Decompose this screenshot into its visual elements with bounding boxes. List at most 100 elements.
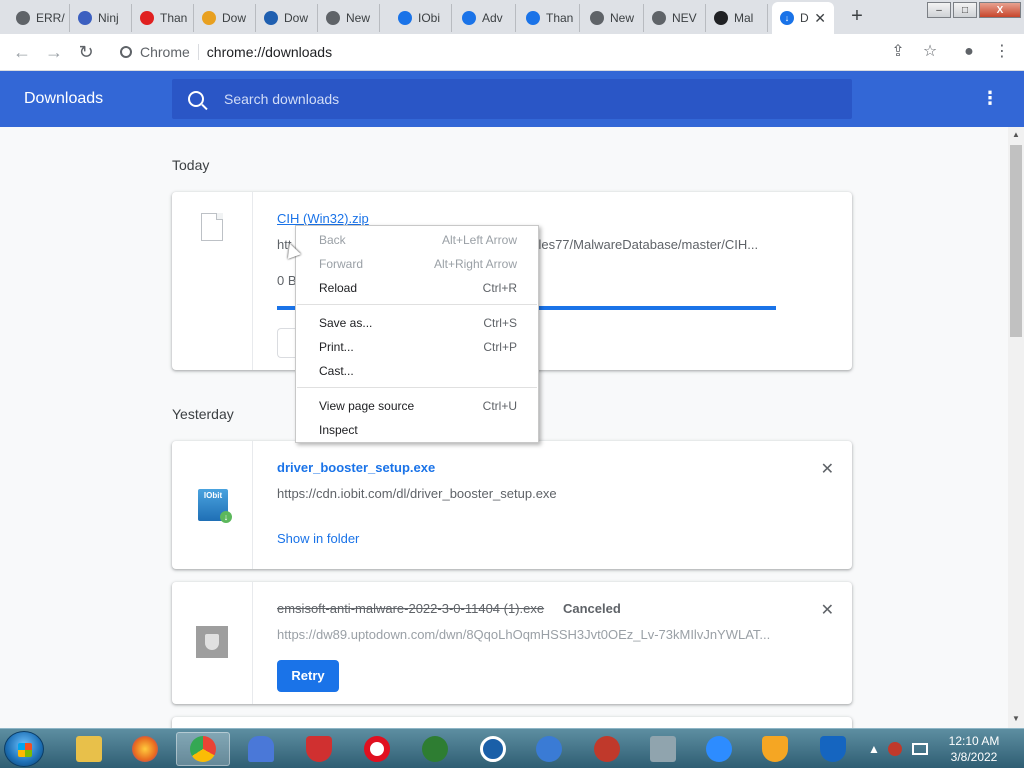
download-filename-link[interactable]: CIH (Win32).zip — [277, 211, 369, 226]
check-shield-icon — [422, 736, 448, 762]
tab-downloads-active[interactable]: ↓ D ✕ — [772, 2, 834, 34]
menu-item-reload[interactable]: Reload Ctrl+R — [296, 276, 540, 300]
tab-strip: ERR/ Ninj Than Dow Dow New IObi Adv Than… — [0, 0, 1024, 34]
page-title: Downloads — [24, 90, 104, 107]
taskbar-clock[interactable]: 12:10 AM 3/8/2022 — [944, 733, 1004, 765]
tab[interactable]: Mal — [706, 4, 768, 32]
menu-item-shortcut: Ctrl+S — [483, 316, 517, 330]
search-input[interactable] — [224, 91, 824, 107]
taskbar-app-security-suite[interactable] — [292, 732, 346, 766]
tab[interactable]: Adv — [454, 4, 516, 32]
taskbar-app-monitor[interactable] — [636, 732, 690, 766]
menu-item-label: Inspect — [319, 423, 358, 437]
menu-item-forward[interactable]: Forward Alt+Right Arrow — [296, 252, 540, 276]
folder-icon — [76, 736, 102, 762]
tray-app-icon[interactable] — [887, 742, 902, 756]
chrome-icon — [120, 46, 132, 58]
download-url[interactable]: https://dw89.uptodown.com/dwn/8QqoLhOqmH… — [277, 627, 777, 642]
download-icon: ↓ — [780, 11, 794, 25]
remove-download-icon[interactable]: ✕ — [821, 459, 834, 479]
tab-label: Dow — [284, 11, 309, 25]
profile-icon[interactable]: ● — [958, 42, 980, 64]
scroll-up-icon[interactable]: ▲ — [1012, 130, 1020, 139]
ccleaner-icon — [480, 736, 506, 762]
tab[interactable]: Than — [132, 4, 194, 32]
show-in-folder-link[interactable]: Show in folder — [277, 531, 359, 546]
taskbar-app-firefox[interactable] — [118, 732, 172, 766]
menu-item-inspect[interactable]: Inspect — [296, 418, 540, 442]
window-controls: – □ X — [925, 2, 1021, 20]
menu-item-label: Reload — [319, 281, 358, 295]
chrome-menu-icon[interactable]: ⋮ — [991, 42, 1013, 64]
menu-item-back[interactable]: Back Alt+Left Arrow — [296, 228, 540, 252]
menu-item-save-as[interactable]: Save as... Ctrl+S — [296, 311, 540, 335]
site-info-chip[interactable]: Chrome — [120, 44, 199, 60]
new-tab-button[interactable]: + — [846, 6, 868, 28]
maximize-button[interactable]: □ — [953, 2, 977, 18]
url-text: chrome://downloads — [206, 44, 333, 60]
tab-close-icon[interactable]: ✕ — [814, 10, 826, 27]
firefox-icon — [132, 736, 158, 762]
menu-item-label: Forward — [319, 257, 364, 271]
taskbar-app-avast[interactable] — [748, 732, 802, 766]
remove-download-icon[interactable]: ✕ — [821, 600, 834, 620]
clock-date: 3/8/2022 — [950, 750, 998, 764]
reload-button[interactable]: ↻ — [74, 41, 98, 65]
bookmark-star-icon[interactable]: ☆ — [919, 42, 941, 64]
menu-item-shortcut: Ctrl+U — [482, 399, 517, 413]
close-window-button[interactable]: X — [979, 2, 1021, 18]
taskbar-app-opera[interactable] — [350, 732, 404, 766]
tab[interactable]: Dow — [194, 4, 256, 32]
menu-separator — [297, 304, 537, 305]
scrollbar-thumb[interactable] — [1010, 145, 1022, 337]
address-bar[interactable]: Chrome chrome://downloads — [110, 37, 920, 67]
tab[interactable]: NEV — [644, 4, 706, 32]
taskbar-app-blue-flame[interactable] — [234, 732, 288, 766]
chrome-icon — [190, 736, 216, 762]
download-filename-link[interactable]: driver_booster_setup.exe — [277, 460, 435, 475]
search-icon — [188, 91, 204, 107]
tab-favicon-icon — [16, 11, 30, 25]
minimize-button[interactable]: – — [927, 2, 951, 18]
tab[interactable]: ERR/ — [8, 4, 70, 32]
taskbar-app-defender[interactable] — [806, 732, 860, 766]
share-icon[interactable]: ⇪ — [887, 42, 909, 64]
tab-favicon-icon — [140, 11, 154, 25]
menu-item-shortcut: Ctrl+R — [482, 281, 517, 295]
tab-label: New — [610, 11, 635, 25]
taskbar-app-file-explorer[interactable] — [62, 732, 116, 766]
menu-item-label: Back — [319, 233, 346, 247]
tab[interactable]: New — [318, 4, 380, 32]
icon-brand-text: IObit — [203, 491, 223, 500]
tab[interactable]: Dow — [256, 4, 318, 32]
browser-toolbar: ← → ↻ Chrome chrome://downloads ⇪ ☆ ● ⋮ — [0, 34, 1024, 71]
context-menu: Back Alt+Left Arrow Forward Alt+Right Arro… — [295, 225, 539, 443]
page-scrollbar[interactable]: ▲ ▼ — [1008, 127, 1024, 728]
more-actions-icon[interactable]: ⋮ — [980, 89, 1000, 109]
taskbar-app-shield[interactable] — [408, 732, 462, 766]
retry-button[interactable]: Retry — [277, 660, 339, 692]
search-bar[interactable] — [172, 79, 852, 119]
menu-item-print[interactable]: Print... Ctrl+P — [296, 335, 540, 359]
back-button[interactable]: ← — [10, 41, 34, 65]
start-button[interactable] — [4, 731, 44, 767]
menu-item-view-source[interactable]: View page source Ctrl+U — [296, 394, 540, 418]
tab[interactable]: Ninj — [70, 4, 132, 32]
tab[interactable]: Than — [518, 4, 580, 32]
network-icon[interactable] — [911, 743, 928, 755]
tab[interactable]: New — [582, 4, 644, 32]
tab-favicon-icon — [326, 11, 340, 25]
taskbar-app-chrome[interactable] — [176, 732, 230, 766]
download-status: Canceled — [563, 601, 621, 616]
tab-favicon-icon — [526, 11, 540, 25]
taskbar-app-cloud[interactable] — [522, 732, 576, 766]
show-hidden-icons-icon[interactable]: ▲ — [868, 742, 880, 756]
menu-item-cast[interactable]: Cast... — [296, 359, 540, 383]
taskbar-app-zoom[interactable] — [692, 732, 746, 766]
taskbar-app-virus[interactable] — [580, 732, 634, 766]
scroll-down-icon[interactable]: ▼ — [1012, 714, 1020, 723]
taskbar-app-ccleaner[interactable] — [466, 732, 520, 766]
forward-button[interactable]: → — [42, 41, 66, 65]
tab[interactable]: IObi — [390, 4, 452, 32]
download-url[interactable]: https://cdn.iobit.com/dl/driver_booster_… — [277, 486, 777, 501]
